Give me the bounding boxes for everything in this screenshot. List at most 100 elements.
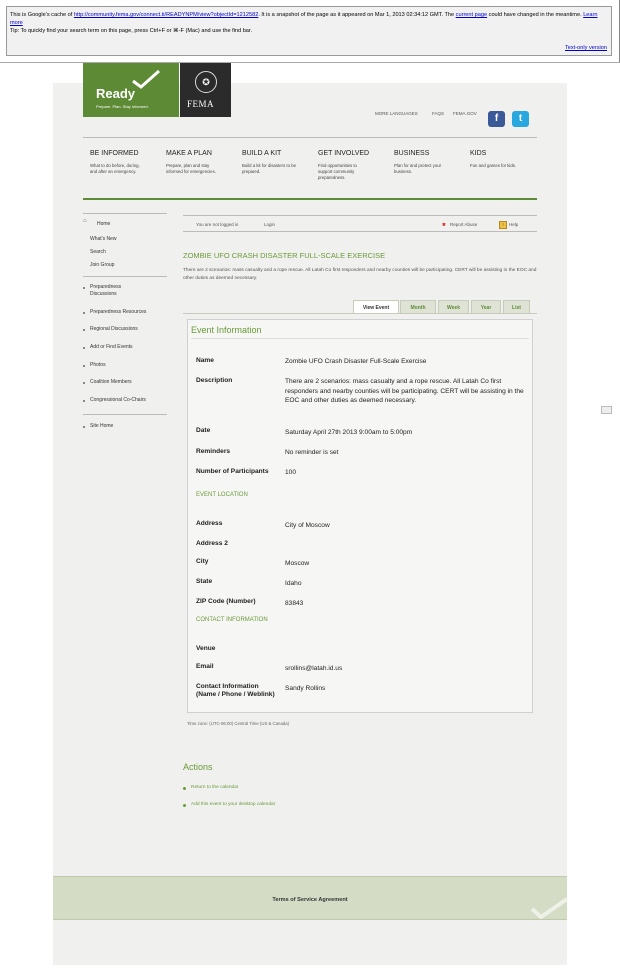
zip-label: ZIP Code (Number) (196, 598, 256, 605)
address-label: Address (196, 520, 223, 527)
user-bar: You are not logged in Login ✖ Report Abu… (183, 215, 537, 232)
zip-value: 83843 (285, 600, 304, 607)
nav-title: KIDS (470, 150, 487, 157)
translate-icon[interactable] (601, 406, 612, 414)
tab-year[interactable]: Year (471, 300, 501, 314)
bullet-icon (83, 287, 85, 289)
sidebar-item-coalition-members[interactable]: Coalition Members (90, 379, 132, 385)
facebook-icon[interactable]: f (488, 111, 505, 127)
bullet-icon (83, 382, 85, 384)
sidebar-item-preparedness-resources[interactable]: Preparedness Resources (90, 309, 146, 315)
help-link[interactable]: Help (509, 222, 518, 227)
twitter-icon[interactable]: t (512, 111, 529, 127)
nav-title: BUSINESS (394, 150, 430, 157)
tab-view-event[interactable]: View Event (353, 300, 399, 314)
text-only-link[interactable]: Text-only version (565, 44, 607, 52)
date-label: Date (196, 427, 211, 434)
nav-make-a-plan[interactable]: MAKE A PLAN Prepare, plan and stay infor… (166, 150, 236, 175)
nav-desc: Plan for and protect your business. (394, 163, 442, 174)
nav-underline (83, 198, 537, 200)
event-summary: There are 2 scenarios: mass casualty and… (183, 268, 537, 281)
terms-of-service-link[interactable]: Terms of Service Agreement (53, 897, 567, 903)
name-label: Name (196, 357, 214, 364)
email-label: Email (196, 663, 214, 670)
sidebar-divider (83, 276, 167, 277)
event-location-section: EVENT LOCATION (196, 492, 248, 498)
bullet-icon (83, 365, 85, 367)
reminders-value: No reminder is set (285, 449, 339, 456)
contact-info-section: CONTACT INFORMATION (196, 617, 268, 623)
nav-kids[interactable]: KIDS Fun and games for kids. (470, 150, 540, 169)
nav-title: MAKE A PLAN (166, 150, 212, 157)
description-value: There are 2 scenarios: mass casualty and… (285, 378, 524, 404)
sidebar-item-preparedness-discussions[interactable]: Preparedness Discussions (90, 284, 146, 298)
report-abuse-icon: ✖ (442, 222, 446, 227)
nav-get-involved[interactable]: GET INVOLVED Find opportunities to suppo… (318, 150, 388, 181)
nav-build-a-kit[interactable]: BUILD A KIT Build a kit for disasters to… (242, 150, 312, 175)
tab-list[interactable]: List (503, 300, 530, 314)
sidebar-item-whats-new[interactable]: What's New (90, 236, 117, 242)
date-value: Saturday April 27th 2013 9:00am to 5:00p… (285, 429, 413, 436)
cache-url-link[interactable]: http://community.fema.gov/connect.ti/REA… (74, 12, 258, 18)
sidebar-divider (83, 414, 167, 415)
venue-label: Venue (196, 645, 216, 652)
timezone-note: Time zone: (UTC-06:00) Central Time (US … (187, 721, 290, 726)
sidebar-item-photos[interactable]: Photos (90, 362, 106, 368)
ready-tagline: Prepare. Plan. Stay Informed. (96, 104, 149, 109)
cache-text: This is Google's cache of (10, 12, 74, 18)
fema-gov-link[interactable]: FEMA.GOV (453, 111, 477, 116)
checkmark-icon (530, 897, 569, 919)
bullet-icon (183, 804, 186, 807)
faqs-link[interactable]: FAQS (432, 111, 444, 116)
bullet-icon (83, 312, 85, 314)
actions-heading: Actions (183, 762, 213, 772)
reminders-label: Reminders (196, 448, 231, 455)
city-value: Moscow (285, 560, 310, 567)
add-to-desktop-calendar-link[interactable]: Add this event to your desktop calendar (191, 802, 275, 807)
return-to-calendar-link[interactable]: Return to the calendar (191, 785, 238, 790)
sidebar-divider (83, 213, 167, 214)
current-page-link[interactable]: current page (456, 12, 487, 18)
home-icon: ⌂ (83, 218, 87, 224)
help-icon: ? (499, 221, 507, 229)
bullet-icon (83, 426, 85, 428)
more-languages-link[interactable]: MORE LANGUAGES (375, 111, 418, 116)
nav-desc: Find opportunities to support community … (318, 163, 357, 180)
sidebar-item-site-home[interactable]: Site Home (90, 423, 113, 429)
tab-month[interactable]: Month (400, 300, 436, 314)
contact-label: Contact Information (Name / Phone / Webl… (196, 683, 275, 698)
nav-desc: What to do before, during, and after an … (90, 163, 140, 174)
nav-title: GET INVOLVED (318, 150, 370, 157)
nav-title: BUILD A KIT (242, 150, 282, 157)
sidebar-item-congressional-co-chairs[interactable]: Congressional Co-Chairs (90, 397, 146, 403)
event-info-heading: Event Information (191, 325, 262, 335)
sidebar-item-home[interactable]: Home (97, 221, 110, 227)
state-label: State (196, 578, 213, 585)
address2-label: Address 2 (196, 540, 228, 547)
cache-banner: This is Google's cache of http://communi… (6, 6, 612, 56)
ready-text: Ready (96, 86, 136, 101)
cache-text-mid: . It is a snapshot of the page as it app… (258, 12, 456, 18)
report-abuse-link[interactable]: Report Abuse (450, 222, 477, 227)
nav-desc: Fun and games for kids. (470, 163, 517, 168)
sidebar-item-join-group[interactable]: Join Group (90, 262, 114, 268)
login-link[interactable]: Login (264, 222, 275, 227)
participants-value: 100 (285, 469, 297, 476)
tab-week[interactable]: Week (438, 300, 469, 314)
dhs-seal-icon: ✪ (195, 71, 217, 93)
ready-logo[interactable]: Ready Prepare. Plan. Stay Informed. (83, 63, 179, 117)
participants-label: Number of Participants (196, 468, 269, 475)
footer: Terms of Service Agreement (53, 876, 569, 920)
nav-be-informed[interactable]: BE INFORMED What to do before, during, a… (90, 150, 160, 175)
nav-business[interactable]: BUSINESS Plan for and protect your busin… (394, 150, 464, 175)
event-title: ZOMBIE UFO CRASH DISASTER FULL-SCALE EXE… (183, 251, 386, 260)
fema-logo[interactable]: ✪ FEMA (180, 63, 231, 117)
header-divider (83, 137, 537, 138)
sidebar-item-regional-discussions[interactable]: Regional Discussions (90, 326, 138, 332)
cache-tip: Tip: To quickly find your search term on… (10, 28, 253, 34)
bullet-icon (83, 347, 85, 349)
sidebar-item-add-find-events[interactable]: Add or Find Events (90, 344, 133, 350)
sidebar-item-search[interactable]: Search (90, 249, 106, 255)
bullet-icon (83, 329, 85, 331)
bullet-icon (83, 400, 85, 402)
